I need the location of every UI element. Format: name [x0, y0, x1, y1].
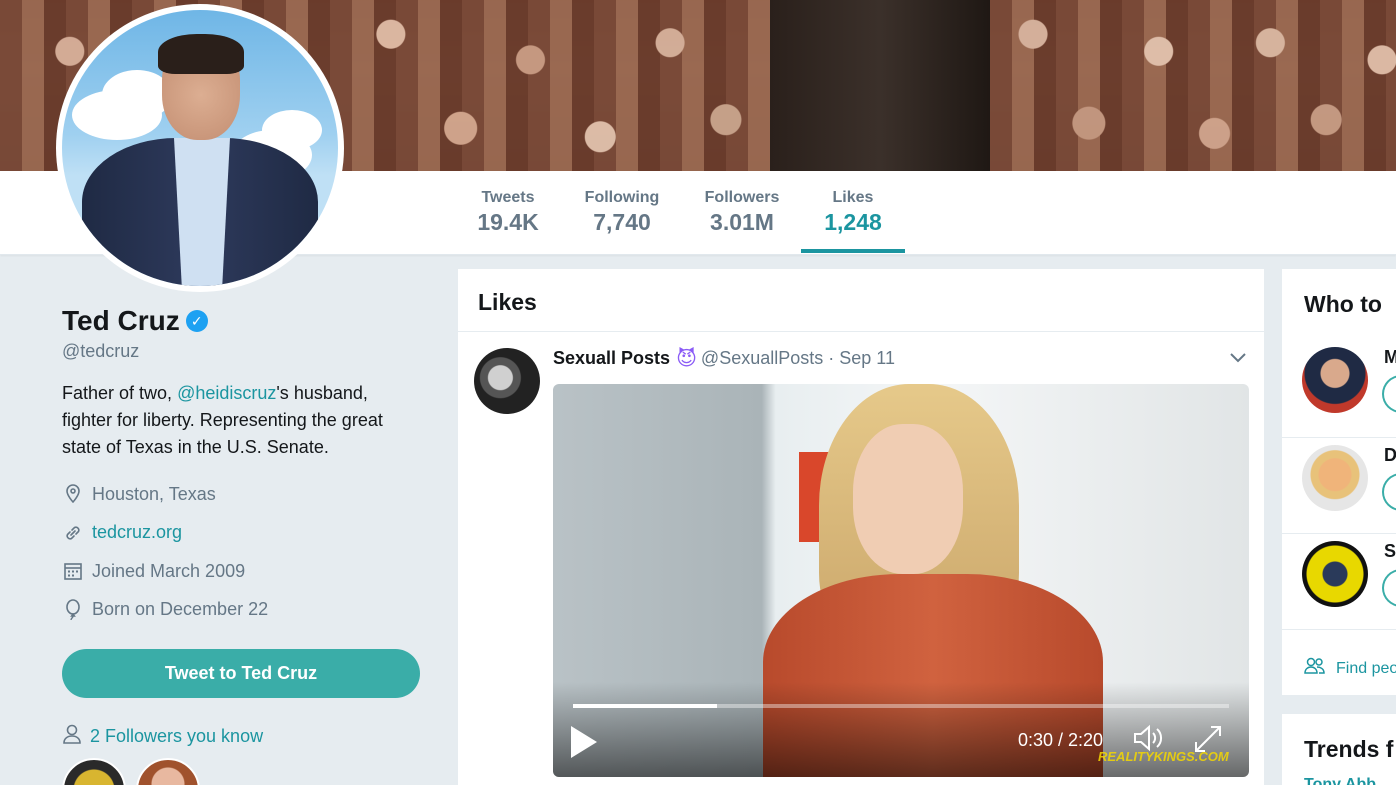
website-row: tedcruz.org	[62, 514, 442, 553]
birthday-text: Born on December 22	[92, 599, 269, 620]
tweet-date[interactable]: Sep 11	[839, 348, 895, 369]
profile-card: Ted Cruz ✓ @tedcruz Father of two, @heid…	[62, 305, 442, 629]
active-tab-indicator	[801, 249, 905, 253]
tweet-to-button[interactable]: Tweet to Ted Cruz	[62, 649, 420, 698]
video-progress-bar[interactable]	[573, 704, 1229, 708]
suggestion-item[interactable]: S	[1302, 533, 1396, 628]
profile-avatar[interactable]	[56, 4, 344, 292]
calendar-icon	[62, 560, 84, 582]
person-icon	[62, 723, 82, 750]
profile-name[interactable]: Ted Cruz	[62, 305, 180, 337]
likes-count: 1,248	[824, 209, 882, 235]
tweet-author-handle[interactable]: @SexuallPosts	[701, 348, 823, 369]
suggestion-item[interactable]: M	[1302, 339, 1396, 434]
followers-stat[interactable]: Followers 3.01M	[700, 189, 784, 236]
video-time: 0:30 / 2:20	[1018, 730, 1104, 750]
suggestion-name[interactable]: M	[1384, 347, 1396, 368]
followers-count: 3.01M	[710, 209, 774, 235]
location-text: Houston, Texas	[92, 483, 216, 504]
tweet-card[interactable]: Sexuall Posts 😈 @SexuallPosts · Sep 11	[458, 332, 1264, 414]
suggestion-name[interactable]: S	[1384, 541, 1396, 562]
suggestion-item[interactable]: D	[1302, 437, 1396, 532]
find-people-link[interactable]: Find peo	[1304, 657, 1396, 680]
website-link[interactable]: tedcruz.org	[92, 522, 182, 543]
tweet-author-name[interactable]: Sexuall Posts	[553, 348, 670, 369]
find-people-text[interactable]: Find peo	[1336, 660, 1396, 678]
tweets-stat[interactable]: Tweets 19.4K	[474, 189, 542, 236]
timeline-title: Likes	[458, 269, 1264, 332]
following-count: 7,740	[593, 209, 651, 235]
birthday-row: Born on December 22	[62, 591, 442, 630]
profile-handle[interactable]: @tedcruz	[62, 341, 442, 362]
suggestion-avatar[interactable]	[1302, 541, 1368, 607]
bio-mention-link[interactable]: @heidiscruz	[177, 383, 276, 403]
tweet-video[interactable]: 0:30 / 2:20 REALITYKINGS.COM	[553, 384, 1249, 777]
followers-label: Followers	[704, 189, 780, 206]
trend-item[interactable]: Tony Abb	[1304, 776, 1376, 785]
suggestion-avatar[interactable]	[1302, 445, 1368, 511]
followers-you-know-link[interactable]: 2 Followers you know	[90, 726, 263, 747]
profile-bio: Father of two, @heidiscruz's husband, fi…	[62, 380, 422, 461]
trends-panel: Trends f Tony Abb	[1281, 713, 1396, 785]
following-stat[interactable]: Following 7,740	[580, 189, 664, 236]
profile-meta: Houston, Texas tedcruz.org Joined March …	[62, 475, 442, 629]
tweet-dot-separator: ·	[828, 348, 835, 368]
tweet-header: Sexuall Posts 😈 @SexuallPosts · Sep 11	[553, 346, 895, 371]
trends-title: Trends f	[1304, 736, 1394, 762]
link-icon	[62, 522, 84, 544]
joined-row: Joined March 2009	[62, 552, 442, 591]
location-pin-icon	[62, 483, 84, 505]
balloon-icon	[62, 598, 84, 621]
tweet-author-avatar[interactable]	[474, 348, 540, 414]
likes-timeline: Likes Sexuall Posts 😈 @SexuallPosts · Se…	[457, 268, 1265, 785]
tweets-count: 19.4K	[477, 209, 539, 235]
verified-badge-icon: ✓	[185, 310, 208, 332]
follow-button[interactable]	[1382, 375, 1396, 413]
suggestion-name[interactable]: D	[1384, 445, 1396, 466]
video-progress-fill	[573, 704, 718, 708]
people-icon	[1304, 657, 1326, 680]
bio-text-start: Father of two,	[62, 383, 178, 403]
follower-avatar[interactable]	[136, 758, 200, 785]
avatar-photo	[62, 10, 338, 286]
devil-emoji-icon: 😈	[676, 348, 697, 370]
likes-label: Likes	[832, 189, 874, 206]
speaker-silhouette	[770, 0, 990, 171]
tweets-label: Tweets	[481, 189, 535, 206]
who-to-follow-panel: Who to M D S Find peo	[1281, 268, 1396, 696]
chevron-down-icon[interactable]	[1230, 350, 1246, 368]
followers-you-know[interactable]: 2 Followers you know	[62, 723, 263, 750]
followers-you-know-avatars	[62, 758, 200, 785]
joined-text: Joined March 2009	[92, 560, 246, 581]
likes-stat[interactable]: Likes 1,248	[816, 189, 890, 236]
location-row: Houston, Texas	[62, 475, 442, 514]
follower-avatar[interactable]	[62, 758, 126, 785]
who-to-follow-title: Who to	[1304, 291, 1382, 317]
suggestion-avatar[interactable]	[1302, 347, 1368, 413]
play-icon[interactable]	[569, 724, 603, 762]
video-watermark: REALITYKINGS.COM	[1098, 749, 1229, 764]
follow-button[interactable]	[1382, 473, 1396, 511]
follow-button[interactable]	[1382, 569, 1396, 607]
following-label: Following	[584, 189, 660, 206]
